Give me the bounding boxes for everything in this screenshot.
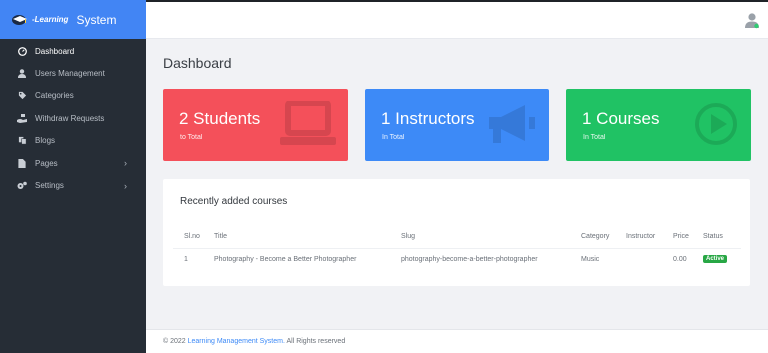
stat-subtitle: to Total <box>180 134 203 141</box>
sidebar-item-label: Pages <box>35 158 58 168</box>
column-header-title: Title <box>214 233 227 240</box>
sidebar-item-settings[interactable]: Settings › <box>0 174 146 196</box>
gear-icon <box>17 181 27 191</box>
cell-slug: photography-become-a-better-photographer <box>401 256 538 263</box>
page-title: Dashboard <box>163 55 232 71</box>
cell-title: Photography - Become a Better Photograph… <box>214 256 357 263</box>
sidebar-item-dashboard[interactable]: Dashboard <box>0 40 146 62</box>
recent-courses-panel: Recently added courses Sl.no Title Slug … <box>163 179 750 286</box>
file-icon <box>17 158 27 168</box>
sidebar-nav: Dashboard Users Management Categories Wi… <box>0 40 146 197</box>
brand-title: System <box>76 12 117 27</box>
column-header-instructor: Instructor <box>626 233 656 240</box>
sidebar-item-pages[interactable]: Pages › <box>0 152 146 174</box>
footer-link[interactable]: Learning Management System. <box>188 338 285 345</box>
sidebar-item-label: Dashboard <box>35 46 75 56</box>
sidebar-item-label: Settings <box>35 181 64 191</box>
sidebar-item-categories[interactable]: Categories <box>0 85 146 107</box>
user-icon <box>17 69 27 79</box>
stat-value: 1 Instructors <box>381 109 475 128</box>
brand-logo: -Learning <box>11 14 68 26</box>
cell-price: 0.00 <box>673 256 687 263</box>
column-header-category: Category <box>581 233 610 240</box>
stat-value: 1 Courses <box>582 109 660 128</box>
stat-value: 2 Students <box>179 109 261 128</box>
brand-bar[interactable]: -Learning System <box>0 0 146 39</box>
table-row[interactable]: 1 Photography - Become a Better Photogra… <box>173 248 741 270</box>
instructors-stat-card: 1 Instructors In Total <box>365 89 549 161</box>
chevron-right-icon: › <box>124 180 127 191</box>
status-badge-label: Active <box>703 255 728 263</box>
sidebar-item-label: Withdraw Requests <box>35 113 105 123</box>
sidebar-item-label: Categories <box>35 91 74 101</box>
play-circle-icon <box>693 101 739 152</box>
laptop-icon <box>280 100 336 152</box>
footer-suffix: All Rights reserved <box>284 338 346 345</box>
column-header-slno: Sl.no <box>184 233 200 240</box>
graduation-cap-icon <box>12 14 27 25</box>
user-avatar-icon <box>745 13 759 29</box>
sidebar-item-label: Blogs <box>35 136 56 146</box>
footer-text: © 2022 Learning Management System. All R… <box>163 338 345 345</box>
hand-money-icon <box>17 113 27 123</box>
sidebar-item-label: Users Management <box>35 69 105 79</box>
students-stat-card: 2 Students to Total <box>163 89 348 161</box>
megaphone-icon <box>485 101 537 152</box>
table-header: Sl.no Title Slug Category Instructor Pri… <box>173 226 741 248</box>
dashboard-icon <box>17 46 27 56</box>
brand-logo-text: -Learning <box>32 15 69 24</box>
cell-slno: 1 <box>184 256 188 263</box>
footer: © 2022 Learning Management System. All R… <box>146 329 768 353</box>
stat-subtitle: In Total <box>382 134 405 141</box>
column-header-status: Status <box>703 233 723 240</box>
sidebar-item-users-management[interactable]: Users Management <box>0 62 146 84</box>
avatar[interactable] <box>745 13 759 29</box>
footer-prefix: © 2022 <box>163 338 188 345</box>
status-badge: Active <box>703 255 728 263</box>
column-header-price: Price <box>673 233 689 240</box>
chevron-right-icon: › <box>124 158 127 169</box>
sidebar-item-blogs[interactable]: Blogs <box>0 130 146 152</box>
sidebar-item-withdraw-requests[interactable]: Withdraw Requests <box>0 107 146 129</box>
top-bar <box>146 0 768 39</box>
sidebar: -Learning System Dashboard Users Managem… <box>0 0 146 353</box>
panel-title: Recently added courses <box>180 196 288 207</box>
column-header-slug: Slug <box>401 233 416 240</box>
cell-category: Music <box>581 256 600 263</box>
stat-subtitle: In Total <box>583 134 606 141</box>
tag-icon <box>17 91 27 101</box>
courses-stat-card: 1 Courses In Total <box>566 89 751 161</box>
blog-icon <box>17 136 27 146</box>
